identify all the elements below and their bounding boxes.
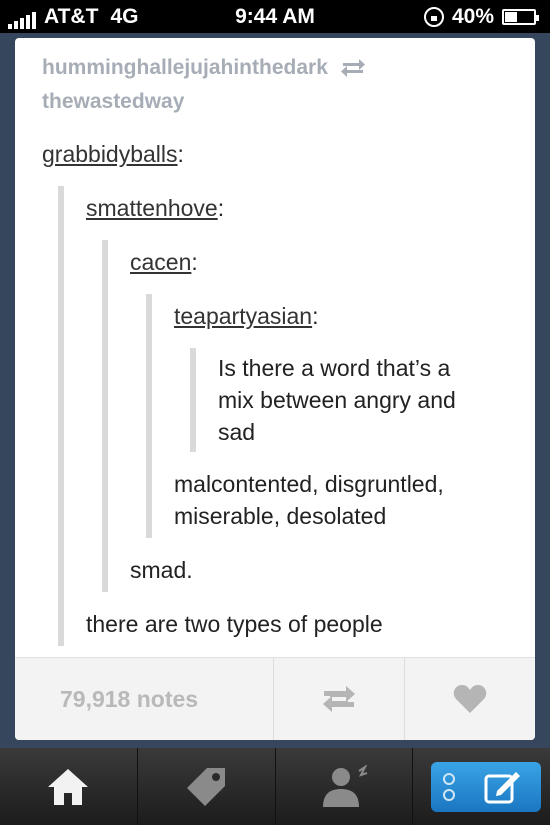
source-blog[interactable]: thewastedway	[42, 90, 184, 114]
tab-account[interactable]	[276, 748, 414, 825]
status-bar: AT&T 4G 9:44 AM 40%	[0, 0, 550, 33]
tag-icon	[187, 767, 226, 806]
blockquote: teapartyasian: Is there a word that’s a …	[146, 294, 522, 538]
tab-compose[interactable]	[413, 748, 550, 825]
like-button[interactable]	[404, 658, 535, 740]
post-text: Is there a word that’s a mix between ang…	[218, 355, 456, 445]
post-text: malcontented, disgruntled, miserable, de…	[174, 471, 444, 529]
blockquote: smattenhove: cacen: teapartyasian: Is th…	[58, 186, 522, 646]
blockquote: cacen: teapartyasian: Is there a word th…	[102, 240, 522, 592]
reblog-button[interactable]	[273, 658, 404, 740]
username-link[interactable]: grabbidyballs	[42, 141, 178, 167]
username-link[interactable]: teapartyasian	[174, 303, 312, 329]
reblogger-name[interactable]: humminghallejujahinthedark	[42, 56, 328, 80]
status-right: 40%	[423, 5, 539, 29]
compose-button[interactable]	[431, 762, 542, 812]
tab-tags[interactable]	[138, 748, 276, 825]
reblog-icon	[323, 686, 355, 712]
post-text: smad.	[130, 557, 193, 583]
post-text: there are two types of people	[86, 611, 383, 637]
heart-icon	[453, 685, 487, 713]
username-link[interactable]: cacen	[130, 249, 191, 275]
post-footer: 79,918 notes	[15, 657, 535, 740]
rotation-lock-icon	[423, 7, 444, 27]
compose-icon	[484, 772, 521, 804]
notes-count[interactable]: 79,918 notes	[15, 658, 273, 740]
battery-percent: 40%	[451, 5, 494, 28]
battery-icon	[502, 9, 539, 25]
tab-bar	[0, 748, 550, 825]
blockquote: Is there a word that’s a mix between ang…	[190, 348, 488, 452]
tab-home[interactable]	[0, 748, 138, 825]
reblog-header: humminghallejujahinthedark	[42, 56, 366, 80]
dots-icon	[443, 773, 456, 801]
post-card: humminghallejujahinthedark thewastedway …	[15, 38, 535, 740]
user-icon	[322, 764, 368, 807]
reblog-icon	[340, 59, 365, 77]
post-body: grabbidyballs: smattenhove: cacen: teapa…	[42, 138, 522, 646]
username-link[interactable]: smattenhove	[86, 195, 218, 221]
home-icon	[48, 768, 89, 805]
